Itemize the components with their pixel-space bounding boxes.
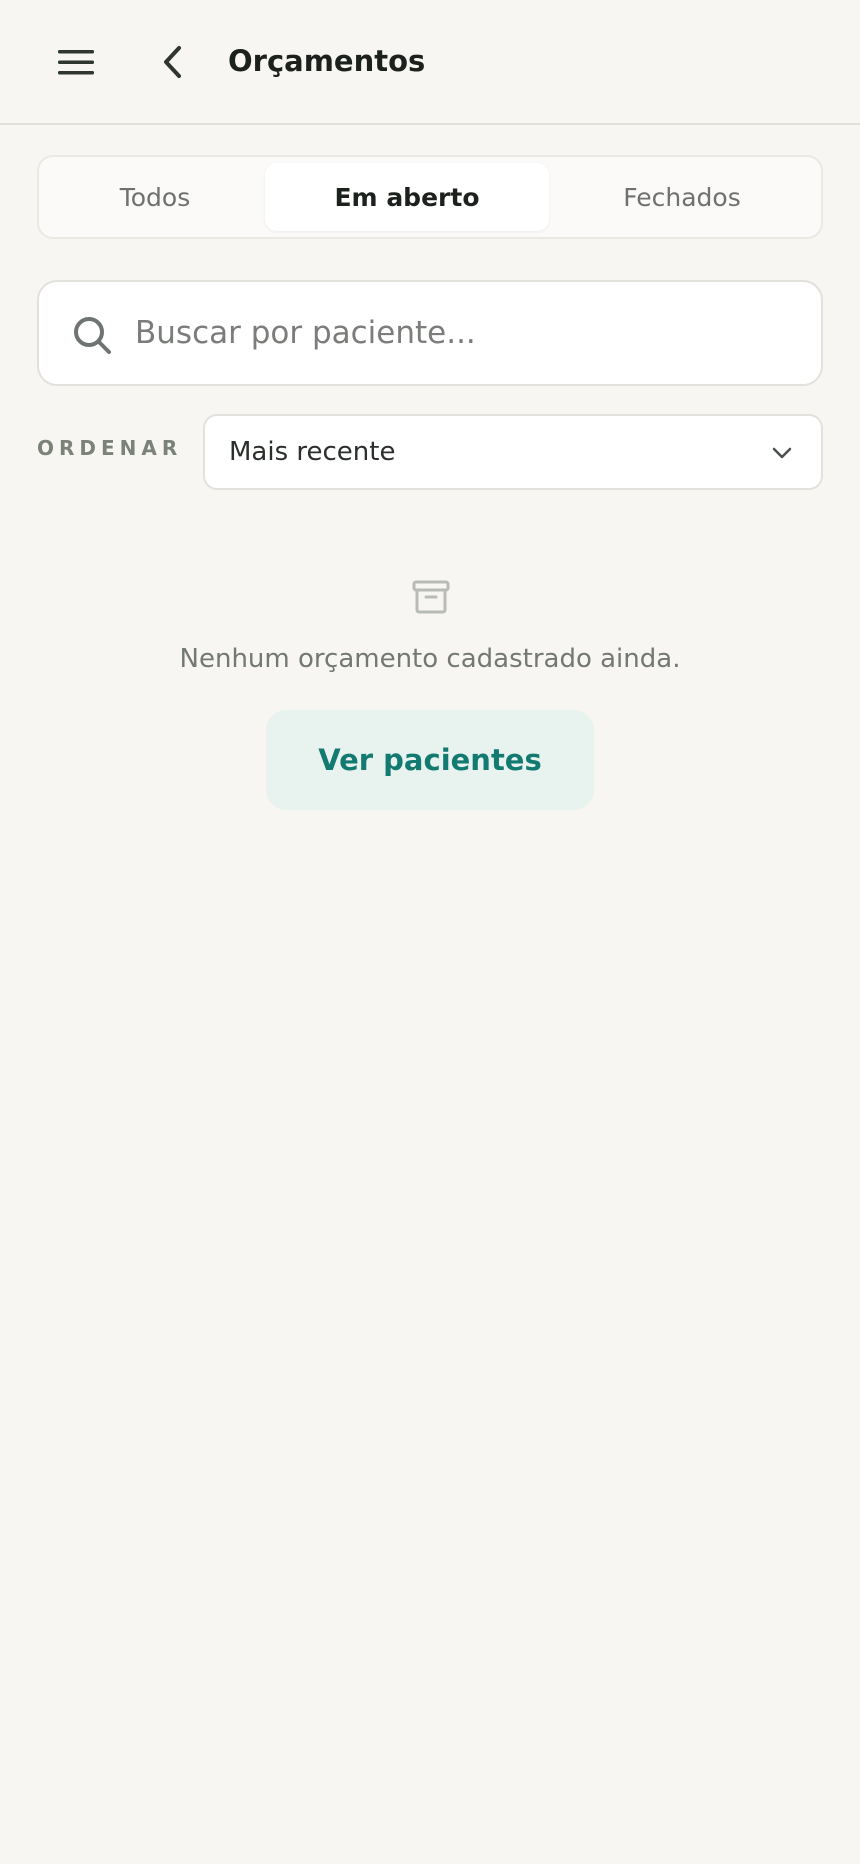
chevron-down-icon [772,447,792,459]
sort-selected-value: Mais recente [229,437,396,467]
app-header: Orçamentos [0,0,860,125]
tab-todos[interactable]: Todos [45,163,265,231]
search-box [37,280,823,386]
page-title: Orçamentos [228,44,426,78]
sort-select[interactable]: Mais recente [203,414,823,490]
tab-em-aberto[interactable]: Em aberto [265,163,549,231]
menu-button[interactable] [44,30,108,94]
tab-fechados[interactable]: Fechados [549,163,815,231]
search-icon [74,317,111,354]
empty-state-message: Nenhum orçamento cadastrado ainda. [179,644,681,674]
chevron-left-icon [164,46,181,78]
hamburger-menu-icon [58,50,94,75]
status-tabs: Todos Em aberto Fechados [37,155,823,239]
view-patients-button[interactable]: Ver pacientes [266,710,594,810]
archive-icon [412,580,450,614]
back-button[interactable] [141,30,205,94]
sort-label: ORDENAR [37,436,183,460]
search-input[interactable] [135,282,805,384]
